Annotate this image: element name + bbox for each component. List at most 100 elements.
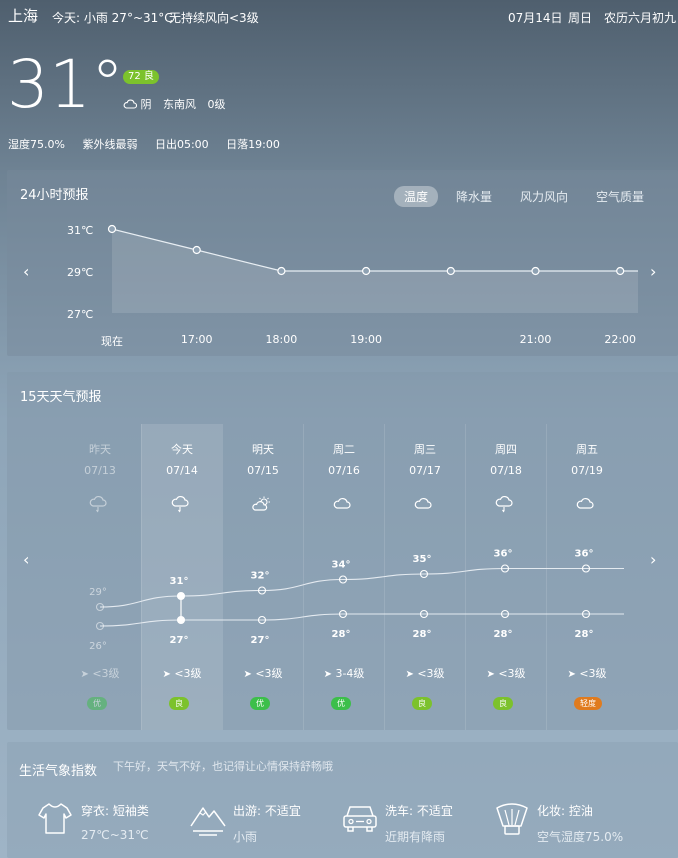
tshirt-icon — [38, 803, 72, 834]
day-column[interactable]: 明天 07/15 ➤ <3级优 — [222, 424, 303, 730]
wind-arrow-icon: ➤ — [486, 669, 495, 680]
weekday: 周日 — [568, 11, 593, 25]
wind-arrow-icon: ➤ — [405, 669, 414, 680]
wind-level: 0级 — [207, 98, 226, 111]
hourly-point[interactable] — [446, 266, 455, 276]
wind-arrow-icon: ➤ — [162, 669, 171, 680]
wind-arrow-icon: ➤ — [243, 669, 252, 680]
aq-badge: 良 — [412, 697, 432, 710]
daily-title: 15天天气预报 — [20, 390, 102, 405]
hourly-point[interactable] — [531, 266, 540, 276]
uv-index: 紫外线最弱 — [82, 138, 138, 151]
day-date: 07/13 — [84, 464, 116, 477]
humidity: 湿度75.0% — [8, 138, 65, 151]
day-wind: ➤ <3级 — [60, 665, 140, 681]
life-sub: 小雨 — [233, 830, 258, 844]
x-tick-label: 22:00 — [604, 333, 637, 346]
day-name: 昨天 — [89, 443, 111, 456]
life-sub: 空气湿度75.0% — [537, 830, 624, 844]
day-wind: ➤ <3级 — [547, 665, 627, 681]
life-label: 洗车: 不适宜 — [385, 804, 453, 818]
lunar-date: 农历六月初九 — [604, 11, 677, 25]
cosmetic-icon — [496, 803, 528, 835]
day-column[interactable]: 昨天 07/13 ➤ <3级优 — [60, 424, 140, 730]
daily-forecast-panel: 15天天气预报 ‹ › 昨天 07/13 ➤ <3级优 今天 07/14 ➤ <3级良 明天… — [7, 372, 678, 730]
hourly-point[interactable] — [107, 224, 117, 234]
wind-level: <3级 — [417, 667, 445, 680]
top-bar: 上海 今天: 小雨 27°~31°C 无持续风向<3级 07月14日 周日 农历… — [0, 0, 678, 30]
wind-level: <3级 — [174, 667, 202, 680]
x-tick-label: 17:00 — [180, 333, 213, 346]
day-wind: ➤ 3-4级 — [304, 665, 384, 681]
life-sub: 近期有降雨 — [385, 830, 446, 844]
day-name: 周五 — [576, 443, 598, 456]
rain-cloud-icon — [171, 496, 189, 513]
day-name: 周三 — [414, 443, 436, 456]
day-wind: ➤ <3级 — [466, 665, 546, 681]
hourly-point[interactable] — [362, 266, 371, 276]
sunrise: 日出05:00 — [154, 138, 209, 151]
aq-badge: 良 — [169, 697, 189, 710]
daily-prev-arrow[interactable]: ‹ — [23, 550, 29, 569]
current-condition-line: 阴 东南风 0级 — [123, 96, 226, 112]
wind-level: 3-4级 — [335, 667, 365, 680]
life-sub: 27℃~31℃ — [81, 828, 149, 842]
hourly-temperature-chart — [107, 224, 638, 313]
mountain-icon — [190, 807, 226, 836]
cloud-icon — [414, 498, 432, 509]
day-column[interactable]: 今天 07/14 ➤ <3级良 — [141, 424, 222, 730]
day-wind: ➤ <3级 — [385, 665, 465, 681]
sunset: 日落19:00 — [226, 138, 280, 151]
daily-next-arrow[interactable]: › — [650, 550, 656, 569]
day-date: 07/18 — [490, 464, 522, 477]
day-date: 07/16 — [328, 464, 360, 477]
current-temperature: 31° — [7, 46, 124, 123]
life-label: 穿衣: 短袖类 — [81, 804, 149, 818]
x-tick-label: 19:00 — [350, 333, 382, 346]
wind-level: <3级 — [92, 667, 120, 680]
day-column[interactable]: 周三 07/17 ➤ <3级良 — [384, 424, 465, 730]
rain-cloud-icon — [495, 496, 513, 513]
day-date: 07/19 — [571, 464, 603, 477]
day-date: 07/15 — [247, 464, 279, 477]
life-label: 化妆: 控油 — [537, 804, 593, 818]
day-name: 今天 — [171, 443, 193, 456]
life-subtitle: 下午好，天气不好，也记得让心情保持舒畅哦 — [113, 760, 333, 773]
cloud-icon — [576, 498, 594, 509]
wind-summary: 无持续风向<3级 — [169, 11, 259, 25]
wind-level: <3级 — [255, 667, 283, 680]
x-tick-label: 现在 — [101, 335, 123, 348]
day-date: 07/14 — [166, 464, 198, 477]
life-index-panel: 生活气象指数 下午好，天气不好，也记得让心情保持舒畅哦 穿衣: 短袖类 27℃~… — [7, 742, 678, 858]
aq-badge: 良 — [493, 697, 513, 710]
hourly-point[interactable] — [277, 266, 286, 276]
hourly-point[interactable] — [192, 245, 201, 255]
day-column[interactable]: 周二 07/16 ➤ 3-4级优 — [303, 424, 384, 730]
rain-cloud-icon — [89, 496, 107, 513]
aq-badge: 优 — [331, 697, 351, 710]
day-name: 周四 — [495, 443, 517, 456]
day-wind: ➤ <3级 — [223, 665, 303, 681]
aq-badge: 轻度 — [574, 697, 602, 710]
day-column[interactable]: 周四 07/18 ➤ <3级良 — [465, 424, 546, 730]
aqi-badge[interactable]: 72 良 — [123, 70, 159, 84]
condition-text: 阴 — [140, 98, 152, 111]
life-title: 生活气象指数 — [19, 764, 98, 779]
wind-arrow-icon: ➤ — [567, 669, 576, 680]
current-details: 湿度75.0% 紫外线最弱 日出05:00 日落19:00 — [8, 136, 294, 152]
wind-direction: 东南风 — [163, 98, 196, 111]
day-name: 周二 — [333, 443, 355, 456]
hourly-point[interactable] — [616, 266, 625, 276]
x-tick-label: 18:00 — [265, 333, 298, 346]
aq-badge: 优 — [250, 697, 270, 710]
today-summary: 今天: 小雨 27°~31°C — [52, 11, 173, 25]
day-wind: ➤ <3级 — [142, 665, 222, 681]
day-column[interactable]: 周五 07/19 ➤ <3级轻度 — [546, 424, 627, 730]
city-name[interactable]: 上海 — [8, 5, 38, 26]
wind-arrow-icon: ➤ — [80, 669, 89, 680]
x-tick-label: 21:00 — [519, 333, 552, 346]
car-icon — [343, 806, 377, 832]
wind-level: <3级 — [498, 667, 526, 680]
sun-cloud-icon — [252, 496, 270, 511]
cloud-icon — [123, 99, 138, 109]
